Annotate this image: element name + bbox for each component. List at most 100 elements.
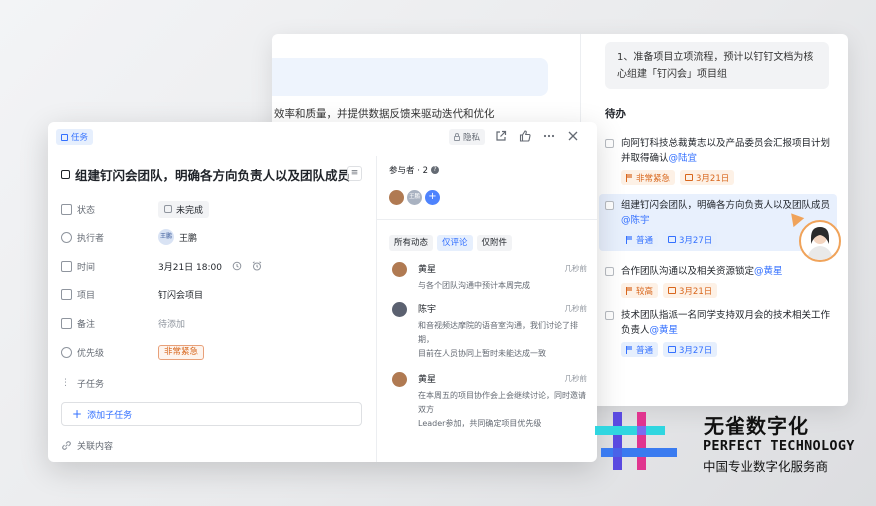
repeat-icon[interactable] [232, 261, 242, 271]
priority-icon [61, 346, 72, 358]
todo-checkbox[interactable] [605, 311, 614, 320]
brand-slogan: 中国专业数字化服务商 [703, 459, 829, 474]
tab-all-activity[interactable]: 所有动态 [389, 235, 434, 251]
comment-author: 陈宇 [418, 305, 437, 315]
todo-checkbox[interactable] [605, 139, 614, 148]
task-complete-checkbox[interactable] [61, 170, 70, 179]
todo-section-title: 待办 [605, 108, 626, 120]
status-checkbox [164, 205, 172, 213]
calendar-icon [668, 346, 677, 353]
priority-tag[interactable]: 非常紧急 [621, 170, 676, 185]
priority-tag-label: 较高 [636, 286, 654, 297]
alarm-icon[interactable] [252, 261, 262, 271]
tab-comments-only[interactable]: 仅评论 [437, 235, 473, 251]
task-type-label: 任务 [71, 133, 89, 143]
task-settings-button[interactable]: ≡ [347, 166, 362, 181]
priority-tag[interactable]: 普通 [621, 342, 659, 357]
doc-body-text: 效率和质量，并提供数据反馈来驱动迭代和优化 [274, 108, 495, 120]
due-date-label: 3月21日 [696, 173, 730, 184]
todo-mention[interactable]: @陈宇 [621, 215, 650, 226]
todo-checkbox[interactable] [605, 201, 614, 210]
avatar[interactable] [389, 190, 404, 205]
thumbs-up-icon[interactable] [519, 130, 531, 142]
due-date-tag[interactable]: 3月27日 [663, 342, 718, 357]
layers-icon [61, 288, 72, 300]
subtask-icon: ⋮ [61, 377, 70, 388]
add-participant-button[interactable]: + [425, 190, 440, 205]
due-date-tag[interactable]: 3月27日 [663, 232, 718, 247]
task-title[interactable]: 组建钉闪会团队，明确各方向负责人以及团队成员 [75, 165, 350, 184]
avatar: 王鹏 [158, 229, 174, 245]
link-icon [62, 440, 71, 450]
assignee-value[interactable]: 王鹏 王鹏 [158, 229, 197, 245]
due-date-tag[interactable]: 3月21日 [663, 283, 718, 298]
priority-tag[interactable]: 较高 [621, 283, 659, 298]
assignee-name: 王鹏 [179, 233, 198, 244]
note-input[interactable]: 待添加 [158, 317, 185, 330]
status-field: 状态 未完成 [61, 200, 210, 218]
comment-item: 黄星 几秒前 在本周五的项目协作会上会继续讨论，同时邀请双方 Leader参加，… [392, 372, 587, 434]
open-external-icon[interactable] [495, 130, 507, 142]
avatar [392, 262, 407, 277]
tab-attachments-only[interactable]: 仅附件 [476, 235, 513, 251]
comment-time: 几秒前 [564, 374, 588, 383]
avatar[interactable]: 王鹏 [407, 190, 422, 205]
task-icon [61, 133, 68, 141]
todo-text: 向阿钉科技总裁黄志以及产品委员会汇报项目计划并取得确认 [621, 138, 831, 164]
priority-value[interactable]: 非常紧急 [158, 344, 205, 360]
assignee-label: 执行者 [77, 233, 105, 244]
help-icon[interactable]: ? [431, 166, 440, 174]
doc-highlight-block [272, 58, 548, 96]
time-value[interactable]: 3月21日 18:00 [158, 260, 262, 273]
note-label: 备注 [77, 319, 96, 330]
comment-author: 黄星 [418, 265, 437, 275]
priority-tag-label: 非常紧急 [636, 173, 671, 184]
privacy-toggle[interactable]: 隐私 [449, 129, 486, 145]
project-label: 项目 [77, 290, 96, 301]
comment-author: 黄星 [418, 375, 437, 385]
avatar [392, 372, 407, 387]
priority-label: 优先级 [77, 348, 105, 359]
comment-item: 陈宇 几秒前 和音视频达摩院的语音室沟通，我们讨论了排期， 目前在人员协同上暂时… [392, 302, 587, 364]
status-value[interactable]: 未完成 [158, 200, 210, 218]
task-detail-window: 任务 隐私 组建钉闪会团队，明确各方向负责人以及团队成员 ≡ 状态 未完成 执行… [48, 122, 597, 462]
project-field: 项目 钉闪会项目 [61, 287, 203, 301]
close-icon[interactable] [567, 130, 579, 142]
subtask-label: 子任务 [77, 379, 105, 390]
add-subtask-button[interactable]: + 添加子任务 [61, 402, 362, 426]
note-icon [61, 317, 72, 329]
calendar-icon [685, 174, 694, 181]
status-text: 未完成 [176, 205, 204, 216]
todo-mention[interactable]: @黄星 [650, 325, 679, 336]
brand-logo-icon [595, 412, 677, 470]
todo-item[interactable]: 技术团队指派一名同学支持双月会的技术相关工作负责人@黄星 普通 3月27日 [599, 304, 837, 361]
related-content-label: 关联内容 [77, 441, 114, 452]
todo-item[interactable]: 向阿钉科技总裁黄志以及产品委员会汇报项目计划并取得确认@陆宜 非常紧急 3月21… [599, 132, 837, 189]
todo-text: 合作团队沟通以及相关资源锁定 [621, 266, 755, 277]
priority-tag[interactable]: 普通 [621, 232, 659, 247]
todo-item[interactable]: 合作团队沟通以及相关资源锁定@黄星 较高 3月21日 [599, 260, 837, 302]
comment-time: 几秒前 [564, 264, 588, 273]
project-value[interactable]: 钉闪会项目 [158, 288, 203, 301]
flag-icon [626, 235, 633, 244]
comment-body: 在本周五的项目协作会上会继续讨论，同时邀请双方 Leader参加，共同确定项目优… [418, 391, 586, 428]
avatar [392, 302, 407, 317]
todo-checkbox[interactable] [605, 267, 614, 276]
priority-tag-label: 普通 [636, 345, 654, 356]
plus-icon: + [72, 407, 83, 421]
note-field: 备注 待添加 [61, 316, 185, 330]
doc-quote-block: 1、准备项目立项流程，预计以钉钉文档为核 心组建「钉闪会」项目组 [605, 42, 829, 89]
comment-body: 和音视频达摩院的语音室沟通，我们讨论了排期， 目前在人员协同上暂时未能达成一致 [418, 321, 578, 358]
due-date-label: 3月27日 [679, 345, 713, 356]
todo-mention[interactable]: @黄星 [754, 266, 783, 277]
time-label: 时间 [77, 262, 96, 273]
due-date-tag[interactable]: 3月21日 [680, 170, 735, 185]
more-icon[interactable] [543, 130, 555, 142]
brand-name-en: PERFECT TECHNOLOGY [703, 438, 855, 454]
todo-mention[interactable]: @陆宜 [669, 153, 698, 164]
privacy-label: 隐私 [463, 133, 481, 143]
panel-divider-horizontal [377, 219, 597, 220]
doc-quote-line: 1、准备项目立项流程，预计以钉钉文档为核 [617, 52, 814, 63]
calendar-icon [668, 236, 677, 243]
related-content-field[interactable]: 关联内容 [61, 438, 113, 452]
